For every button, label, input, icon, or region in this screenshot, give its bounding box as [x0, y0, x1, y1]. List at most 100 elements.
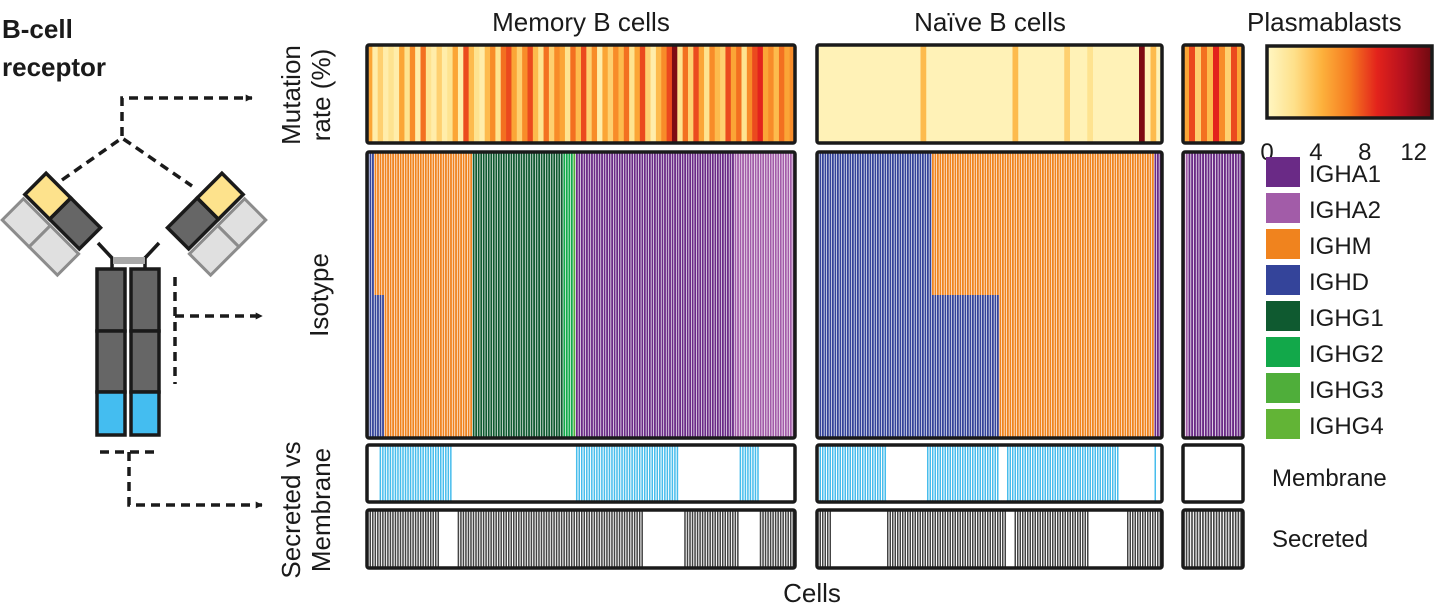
membrane-cell: [384, 445, 387, 502]
secreted-cell: [407, 510, 409, 568]
isotype-cell: [969, 295, 972, 438]
secreted-cell: [460, 510, 462, 568]
legend-swatch-ighg2: [1266, 337, 1300, 367]
secreted-cell: [553, 510, 555, 568]
mutation-cell: [857, 45, 864, 143]
membrane-cell: [822, 445, 824, 502]
secreted-cell: [1084, 510, 1086, 568]
secreted-cell: [1142, 510, 1144, 568]
isotype-cell: [997, 295, 999, 438]
membrane-cell: [434, 445, 437, 502]
membrane-cell: [392, 445, 394, 502]
isotype-cell: [892, 152, 894, 438]
isotype-cell: [762, 152, 765, 438]
isotype-track: [1183, 152, 1243, 438]
isotype-cell: [409, 152, 412, 438]
secreted-cell: [518, 510, 520, 568]
mutation-cell: [863, 45, 870, 143]
isotype-cell: [1114, 152, 1117, 438]
secreted-cell: [560, 510, 563, 568]
panel-plasmablasts: [1181, 43, 1245, 570]
membrane-cell: [859, 445, 861, 502]
membrane-cell: [1049, 445, 1051, 502]
membrane-cell: [412, 445, 414, 502]
secreted-cell: [392, 510, 394, 568]
isotype-cell: [565, 152, 568, 438]
membrane-cell: [1019, 445, 1021, 502]
isotype-cell: [854, 152, 857, 438]
membrane-cell: [987, 445, 989, 502]
secreted-cell: [480, 510, 482, 568]
secreted-cell: [387, 510, 389, 568]
secreted-cell: [924, 510, 926, 568]
isotype-cell: [929, 152, 932, 438]
membrane-cell: [739, 445, 742, 502]
secreted-cell: [1017, 510, 1019, 568]
secreted-cell: [1193, 510, 1196, 568]
isotype-cell: [485, 152, 488, 438]
isotype-cell: [789, 152, 792, 438]
secreted-cell: [969, 510, 971, 568]
mutation-cell: [768, 45, 775, 143]
isotype-cell: [467, 152, 470, 438]
membrane-cell: [626, 445, 628, 502]
mutation-cell: [457, 45, 464, 143]
secreted-cell: [515, 510, 518, 568]
mutation-cell: [920, 45, 927, 143]
isotype-cell: [1064, 152, 1067, 438]
mutation-cell: [570, 45, 577, 143]
secreted-cell: [457, 510, 460, 568]
mutation-cell: [575, 45, 582, 143]
membrane-cell: [832, 445, 834, 502]
membrane-cell: [827, 445, 829, 502]
isotype-cell: [949, 152, 952, 295]
isotype-cell: [944, 152, 947, 295]
membrane-cell: [631, 445, 633, 502]
isotype-cell: [769, 152, 772, 438]
membrane-cell: [664, 445, 666, 502]
secreted-cell: [1129, 510, 1131, 568]
mutation-cell: [607, 45, 614, 143]
isotype-track: [367, 152, 795, 438]
legend-swatch-ighm: [1266, 229, 1300, 259]
isotype-cell: [844, 152, 847, 438]
isotype-cell: [606, 152, 608, 438]
secreted-cell: [684, 510, 686, 568]
isotype-cell: [452, 152, 455, 438]
membrane-cell: [1084, 445, 1086, 502]
isotype-cell: [754, 152, 757, 438]
mutation-cell: [1058, 45, 1065, 143]
membrane-cell: [844, 445, 846, 502]
mutation-cell: [949, 45, 956, 143]
membrane-cell: [839, 445, 841, 502]
membrane-cell: [578, 445, 580, 502]
isotype-cell: [887, 152, 889, 438]
membrane-cell: [829, 445, 831, 502]
secreted-cell: [482, 510, 485, 568]
isotype-cell: [724, 152, 727, 438]
isotype-cell: [932, 295, 934, 438]
isotype-cell: [575, 152, 578, 438]
isotype-cell: [984, 295, 987, 438]
membrane-cell: [654, 445, 656, 502]
secreted-cell: [485, 510, 487, 568]
mutation-cell: [490, 45, 496, 143]
secreted-cell: [394, 510, 397, 568]
mutation-cell: [388, 45, 395, 143]
isotype-cell: [994, 295, 997, 438]
secreted-cell: [1067, 510, 1069, 568]
isotype-cell: [457, 152, 460, 438]
secreted-cell: [979, 510, 981, 568]
isotype-cell: [404, 152, 407, 438]
colorbar-tick-label: 12: [1400, 139, 1427, 166]
mutation-cell: [645, 45, 652, 143]
secreted-cell: [389, 510, 392, 568]
secreted-cell: [696, 510, 699, 568]
isotype-cell: [424, 152, 427, 438]
secreted-cell: [1221, 510, 1223, 568]
membrane-cell: [417, 445, 419, 502]
mutation-cell: [897, 45, 904, 143]
isotype-cell: [1237, 152, 1240, 438]
isotype-cell: [721, 152, 724, 438]
isotype-cell: [894, 152, 897, 438]
